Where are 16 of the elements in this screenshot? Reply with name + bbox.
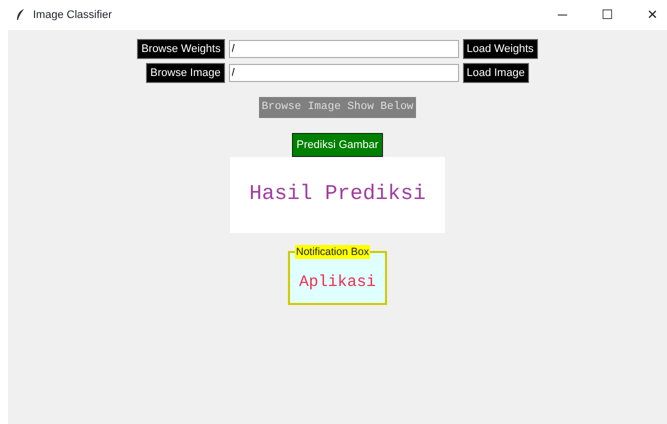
load-button[interactable]: Load Weights: [462, 39, 538, 59]
path-field[interactable]: /: [228, 40, 459, 58]
minimize-button[interactable]: ─: [540, 5, 585, 25]
result-text: Hasil Prediksi: [249, 182, 426, 208]
path-field[interactable]: /: [228, 64, 459, 82]
image-label: Browse Image Show Below: [258, 97, 416, 118]
notification-title: Notification Box: [295, 245, 370, 259]
maximize-button[interactable]: ☐: [585, 5, 630, 25]
window-title: Image Classifier: [33, 8, 112, 23]
close-button[interactable]: ✕: [630, 5, 667, 25]
feather-icon: [16, 9, 25, 21]
browse-button[interactable]: Browse Image: [146, 63, 225, 83]
browse-button[interactable]: Browse Weights: [137, 39, 225, 59]
notification-text: Aplikasi: [299, 272, 376, 293]
predict-button[interactable]: Prediksi Gambar: [292, 132, 384, 157]
load-button[interactable]: Load Image: [462, 63, 529, 83]
